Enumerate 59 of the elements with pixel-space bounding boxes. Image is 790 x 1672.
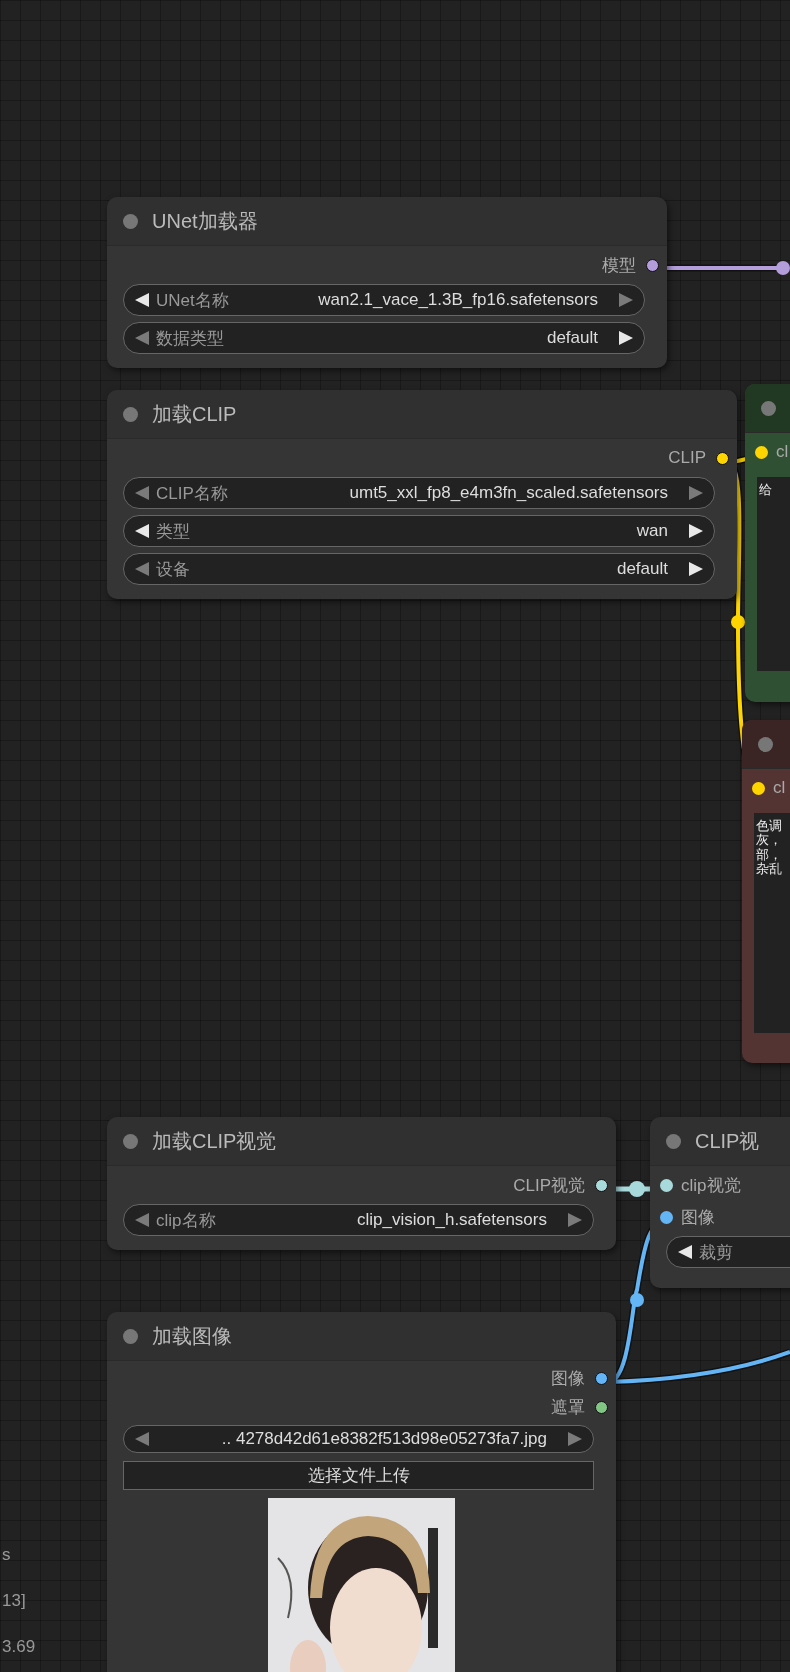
collapse-dot-icon[interactable] bbox=[123, 1133, 138, 1149]
left-arrow-icon[interactable] bbox=[677, 1244, 693, 1260]
prompt-textarea[interactable]: 给 bbox=[757, 477, 790, 671]
node-panel[interactable]: CLIP视 clip视觉 图像 裁剪 bbox=[650, 1117, 790, 1288]
collapse-dot-icon[interactable] bbox=[666, 1133, 681, 1149]
collapse-dot-icon[interactable] bbox=[123, 213, 138, 229]
node-title: 加载图像 bbox=[152, 1323, 232, 1349]
output-label: 模型 bbox=[602, 254, 636, 277]
input-label: 图像 bbox=[681, 1206, 715, 1229]
node-header[interactable]: 加载CLIP bbox=[107, 390, 737, 439]
output-port[interactable] bbox=[646, 258, 659, 272]
combo-field[interactable]: UNet名称 wan2.1_vace_1.3B_fp16.safetensors bbox=[123, 284, 645, 316]
node-header[interactable]: UNet加载器 bbox=[107, 197, 667, 246]
collapse-dot-icon[interactable] bbox=[123, 1328, 138, 1344]
combo-field[interactable]: 数据类型 default bbox=[123, 322, 645, 354]
output-label: CLIP bbox=[668, 448, 706, 468]
output-port[interactable] bbox=[716, 451, 729, 465]
collapse-dot-icon[interactable] bbox=[761, 400, 776, 416]
node-title: 加载CLIP bbox=[152, 401, 237, 427]
combo-field[interactable]: 设备 default bbox=[123, 553, 715, 585]
output-port[interactable] bbox=[595, 1178, 608, 1192]
node-panel[interactable]: cl 色调 灰， 部， 杂乱 bbox=[742, 720, 790, 1063]
upload-button[interactable]: 选择文件上传 bbox=[123, 1461, 594, 1490]
combo-field[interactable]: 类型 wan bbox=[123, 515, 715, 547]
prompt-textarea[interactable]: 色调 灰， 部， 杂乱 bbox=[754, 813, 790, 1033]
node-header[interactable]: 加载图像 bbox=[107, 1312, 616, 1361]
left-arrow-icon[interactable] bbox=[134, 292, 150, 308]
node-panel[interactable]: 加载CLIP CLIP CLIP名称 umt5_xxl_fp8_e4m3fn_scaled.safetensors 类型 wan 设备 default bbox=[107, 390, 737, 599]
node-title: CLIP视 bbox=[695, 1128, 760, 1154]
input-label: cl bbox=[773, 778, 786, 798]
output-port[interactable] bbox=[595, 1372, 608, 1385]
side-text: 3.69 bbox=[2, 1637, 36, 1657]
side-text: 13] bbox=[2, 1591, 27, 1611]
collapse-dot-icon[interactable] bbox=[758, 736, 773, 752]
right-arrow-icon[interactable] bbox=[688, 561, 704, 577]
node-header[interactable]: CLIP视 bbox=[650, 1117, 790, 1166]
side-text: s bbox=[2, 1545, 12, 1565]
node-panel[interactable]: 加载CLIP视觉 CLIP视觉 clip名称 clip_vision_h.safetensors bbox=[107, 1117, 616, 1250]
input-port[interactable] bbox=[660, 1210, 673, 1224]
node-title: 加载CLIP视觉 bbox=[152, 1128, 277, 1154]
node-panel[interactable]: 加载图像 图像 遮罩 .. 4278d42d61e8382f513d98e05273fa7.jpg 选择文件上传 bbox=[107, 1312, 616, 1672]
input-port[interactable] bbox=[752, 781, 765, 795]
collapse-dot-icon[interactable] bbox=[123, 406, 138, 422]
output-label: 图像 bbox=[551, 1368, 585, 1390]
output-port[interactable] bbox=[595, 1401, 608, 1414]
node-header[interactable]: 加载CLIP视觉 bbox=[107, 1117, 616, 1166]
right-arrow-icon[interactable] bbox=[688, 523, 704, 539]
node-title: UNet加载器 bbox=[152, 208, 258, 234]
right-arrow-icon[interactable] bbox=[618, 330, 634, 346]
input-port[interactable] bbox=[660, 1178, 673, 1192]
input-port[interactable] bbox=[755, 445, 768, 459]
combo-field[interactable]: 裁剪 bbox=[666, 1236, 790, 1268]
output-label: CLIP视觉 bbox=[513, 1174, 585, 1197]
node-panel[interactable]: cl 给 bbox=[745, 384, 790, 702]
output-label: 遮罩 bbox=[551, 1397, 585, 1419]
node-panel[interactable]: UNet加载器 模型 UNet名称 wan2.1_vace_1.3B_fp16.safetensors 数据类型 default bbox=[107, 197, 667, 368]
left-arrow-icon[interactable] bbox=[134, 523, 150, 539]
input-label: clip视觉 bbox=[681, 1174, 741, 1197]
input-label: cl bbox=[776, 442, 789, 462]
